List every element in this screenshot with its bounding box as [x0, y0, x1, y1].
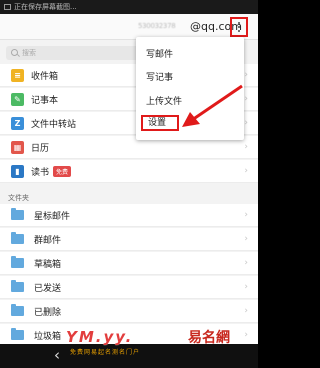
status-text: 正在保存屏幕截图... [14, 3, 77, 11]
status-bar: 正在保存屏幕截图... [0, 0, 258, 14]
folder-row-deleted[interactable]: 已删除 › [0, 300, 258, 323]
calendar-icon: ▦ [11, 140, 24, 154]
folder-label: 垃圾箱 [34, 331, 62, 342]
inbox-icon: ≡ [11, 68, 24, 82]
chevron-right-icon: › [244, 166, 248, 176]
folder-row-drafts[interactable]: 草稿箱 › [0, 252, 258, 275]
folders-section-label: 文件夹 [8, 194, 29, 202]
chevron-right-icon: › [244, 258, 248, 268]
folder-icon [11, 208, 24, 220]
watermark-chinese: 易名網 [188, 330, 230, 346]
book-icon: ▮ [11, 164, 24, 178]
file-transfer-icon: Z [11, 116, 24, 130]
back-icon[interactable]: ‹ [54, 346, 60, 364]
more-options-button[interactable] [230, 17, 248, 37]
menu-item-settings[interactable]: 设置 [141, 115, 179, 131]
account-name-blurred: 530032378 [138, 22, 176, 30]
free-badge: 免费 [53, 165, 72, 177]
search-placeholder: 搜索 [22, 49, 36, 57]
menu-item-compose[interactable]: 写邮件 [146, 47, 173, 60]
folder-label: 草稿箱 [34, 259, 62, 270]
folder-icon [11, 304, 24, 316]
folder-label: 已删除 [34, 307, 62, 318]
pointer-arrow-icon [182, 84, 243, 127]
notepad-icon: ✎ [11, 92, 24, 106]
chevron-right-icon: › [244, 70, 248, 80]
search-icon [11, 49, 18, 56]
screenshot-icon [4, 4, 11, 10]
app-label: 文件中转站 [31, 119, 77, 130]
app-label: 收件箱 [31, 71, 59, 82]
watermark-sub: 免费网易起名测名门户 [70, 349, 141, 356]
app-label: 日历 [31, 143, 50, 154]
menu-item-write-note[interactable]: 写记事 [146, 70, 173, 83]
folder-row-starred[interactable]: 星标邮件 › [0, 204, 258, 227]
chevron-right-icon: › [244, 142, 248, 152]
chevron-right-icon: › [244, 330, 248, 340]
folder-label: 已发送 [34, 283, 62, 294]
folder-icon [11, 232, 24, 244]
folder-label: 星标邮件 [34, 211, 71, 222]
chevron-right-icon: › [244, 306, 248, 316]
folder-icon [11, 328, 24, 340]
folder-label: 群邮件 [34, 235, 62, 246]
chevron-right-icon: › [244, 282, 248, 292]
app-label: 记事本 [31, 95, 59, 106]
app-label: 读书 [31, 167, 50, 178]
watermark-latin: YM.yy. [66, 328, 134, 346]
chevron-right-icon: › [244, 210, 248, 220]
folder-icon [11, 256, 24, 268]
folder-icon [11, 280, 24, 292]
more-vertical-icon [238, 22, 240, 32]
chevron-right-icon: › [244, 234, 248, 244]
folder-row-group[interactable]: 群邮件 › [0, 228, 258, 251]
app-row-reading[interactable]: ▮ 读书 免费 › [0, 160, 258, 183]
folder-row-sent[interactable]: 已发送 › [0, 276, 258, 299]
